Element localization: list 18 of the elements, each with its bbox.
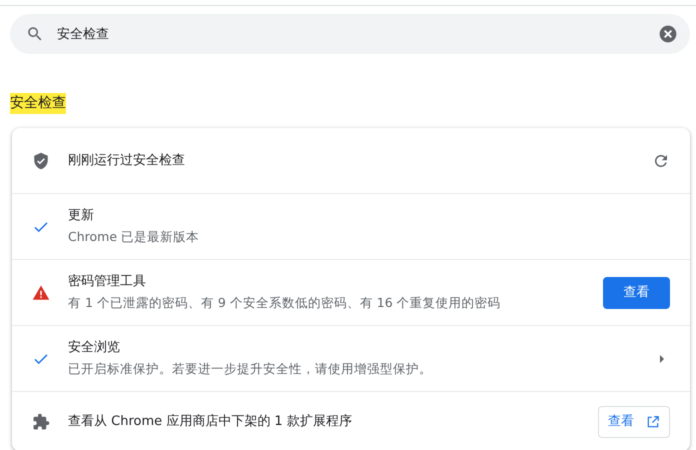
search-field[interactable]: 安全检查: [10, 14, 690, 54]
puzzle-icon: [32, 412, 50, 430]
view-button[interactable]: 查看: [603, 276, 670, 308]
section-title: 安全检查: [10, 92, 66, 114]
search-icon: [26, 25, 44, 43]
row-title: 更新: [68, 207, 95, 226]
warning-icon: [32, 284, 50, 302]
shield-icon: [32, 152, 50, 170]
clear-icon[interactable]: [658, 24, 678, 44]
external-link-icon: [646, 414, 660, 428]
view-button[interactable]: 查看: [598, 406, 670, 438]
row-title: 密码管理工具: [68, 273, 147, 292]
row-subtitle: 已开启标准保护。若要进一步提升安全性，请使用增强型保护。: [68, 360, 433, 378]
row-title: 安全浏览: [68, 339, 121, 358]
row-title: 查看从 Chrome 应用商店中下架的 1 款扩展程序: [68, 412, 353, 431]
row-title: 刚刚运行过安全检查: [68, 152, 186, 170]
row-subtitle: 有 1 个已泄露的密码、有 9 个安全系数低的密码、有 16 个重复使用的密码: [68, 294, 502, 312]
row-subtitle: Chrome 已是最新版本: [68, 228, 200, 246]
